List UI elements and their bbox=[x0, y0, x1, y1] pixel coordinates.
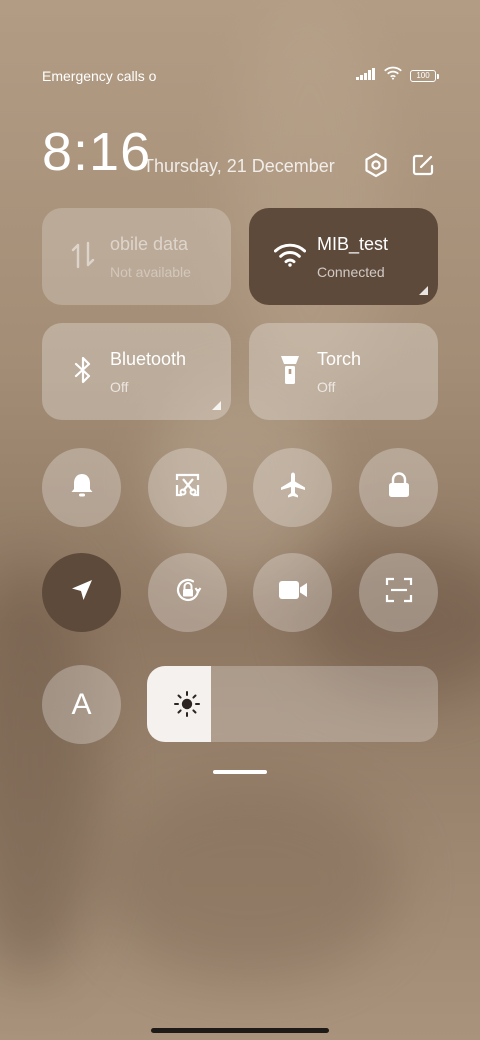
battery-icon: 100 bbox=[410, 69, 439, 82]
rotation-lock-icon bbox=[173, 575, 203, 610]
lock-icon bbox=[387, 471, 411, 504]
edit-icon[interactable] bbox=[408, 150, 438, 180]
carrier-status-text: Emergency calls o bbox=[42, 68, 157, 84]
screen-lock-toggle[interactable] bbox=[359, 448, 438, 527]
brightness-slider[interactable] bbox=[147, 666, 438, 742]
mobile-data-icon bbox=[66, 238, 100, 272]
location-icon bbox=[70, 578, 94, 607]
panel-drag-handle[interactable] bbox=[213, 770, 267, 774]
bluetooth-label: Bluetooth bbox=[110, 349, 187, 369]
wifi-network-name: MIB_test bbox=[317, 234, 389, 254]
airplane-mode-toggle[interactable] bbox=[253, 448, 332, 527]
silent-toggle[interactable] bbox=[42, 448, 121, 527]
font-size-button[interactable]: A bbox=[42, 665, 121, 744]
screenshot-icon bbox=[174, 471, 202, 504]
wifi-status: Connected bbox=[317, 264, 385, 280]
scanner-toggle[interactable] bbox=[359, 553, 438, 632]
mobile-data-status: Not available bbox=[110, 264, 191, 280]
torch-label: Torch bbox=[317, 349, 362, 369]
font-size-icon: A bbox=[71, 687, 92, 721]
bluetooth-expand-indicator[interactable] bbox=[212, 401, 221, 410]
torch-icon bbox=[273, 353, 307, 387]
clock-date: Thursday, 21 December bbox=[143, 156, 335, 176]
bell-icon bbox=[69, 471, 95, 504]
settings-icon[interactable] bbox=[361, 150, 391, 180]
signal-icon bbox=[356, 67, 376, 85]
sun-icon bbox=[173, 690, 201, 723]
screenshot-toggle[interactable] bbox=[148, 448, 227, 527]
wifi-icon bbox=[384, 66, 402, 85]
status-icons: 100 bbox=[356, 66, 439, 85]
scanner-icon bbox=[385, 576, 413, 609]
torch-status: Off bbox=[317, 379, 336, 395]
video-camera-icon bbox=[278, 579, 308, 606]
bluetooth-status: Off bbox=[110, 379, 129, 395]
torch-tile[interactable]: Torch Off bbox=[249, 323, 438, 420]
mobile-data-tile[interactable]: obile data Not available bbox=[42, 208, 231, 305]
airplane-icon bbox=[279, 471, 307, 504]
control-center: Emergency calls o 100 8:16 Thursday, 21 … bbox=[0, 0, 480, 1040]
bluetooth-tile[interactable]: Bluetooth Off bbox=[42, 323, 231, 420]
screen-recorder-toggle[interactable] bbox=[253, 553, 332, 632]
rotation-lock-toggle[interactable] bbox=[148, 553, 227, 632]
mobile-data-label: obile data bbox=[110, 234, 189, 254]
bluetooth-icon bbox=[66, 353, 100, 387]
home-indicator[interactable] bbox=[151, 1028, 329, 1033]
wifi-expand-indicator[interactable] bbox=[419, 286, 428, 295]
clock-time: 8:16 bbox=[42, 122, 152, 182]
location-toggle[interactable] bbox=[42, 553, 121, 632]
wifi-tile[interactable]: MIB_test Connected bbox=[249, 208, 438, 305]
wifi-icon bbox=[273, 238, 307, 272]
